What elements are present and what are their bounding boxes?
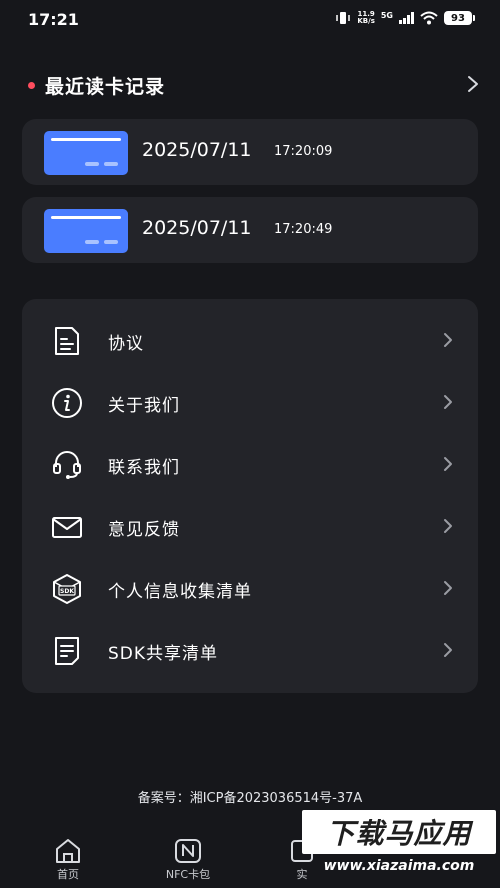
menu-item-contact[interactable]: 联系我们 — [22, 433, 478, 495]
tab-label: NFC卡包 — [165, 868, 211, 881]
recent-records-header[interactable]: 最近读卡记录 — [28, 70, 480, 100]
icp-filing: 备案号：湘ICP备2023036514号-37A — [137, 791, 363, 806]
section-dot — [28, 81, 35, 89]
chevron-right-icon[interactable] — [466, 74, 480, 94]
menu-item-agreement[interactable]: 协议 — [22, 309, 478, 371]
record-card[interactable]: 2025/07/11 17:20:09 — [22, 119, 478, 185]
menu-label: 意见反馈 — [108, 520, 180, 540]
chevron-right-icon — [444, 395, 452, 409]
chevron-right-icon — [444, 519, 452, 533]
chevron-right-icon — [444, 581, 452, 595]
menu-item-sdk-list[interactable]: SDK共享清单 — [22, 619, 478, 681]
headset-icon — [53, 451, 81, 479]
vibrate-icon — [336, 12, 351, 24]
home-icon — [56, 839, 80, 863]
record-date: 2025/07/11 — [142, 217, 252, 239]
watermark-url: www.xiazaima.com — [323, 858, 475, 874]
menu-label: 协议 — [108, 334, 144, 354]
menu-label: SDK共享清单 — [108, 644, 219, 664]
wifi-icon — [420, 11, 438, 25]
record-date: 2025/07/11 — [142, 139, 252, 161]
watermark-logo: 下载马应用 www.xiazaima.com — [302, 810, 496, 884]
record-time: 17:20:49 — [274, 222, 333, 237]
checklist-icon — [55, 637, 79, 665]
info-icon — [52, 388, 82, 418]
chevron-right-icon — [444, 333, 452, 347]
sdk-box-icon: SDK — [53, 574, 81, 604]
signal-icon — [399, 12, 414, 24]
svg-text:SDK: SDK — [60, 588, 74, 595]
nfc-icon — [175, 839, 201, 863]
menu-item-feedback[interactable]: 意见反馈 — [22, 495, 478, 557]
chevron-right-icon — [444, 643, 452, 657]
status-time: 17:21 — [28, 10, 79, 29]
menu-label: 个人信息收集清单 — [108, 582, 252, 602]
section-title: 最近读卡记录 — [45, 75, 166, 98]
battery-icon: 93 — [444, 11, 475, 25]
tab-nfc-wallet[interactable]: NFC卡包 — [148, 838, 228, 882]
record-time: 17:20:09 — [274, 144, 333, 159]
document-icon — [55, 327, 79, 355]
tab-label: 首页 — [57, 868, 79, 881]
tab-home[interactable]: 首页 — [28, 838, 108, 882]
menu-label: 联系我们 — [108, 458, 180, 478]
menu-item-personal-info[interactable]: SDK 个人信息收集清单 — [22, 557, 478, 619]
net-speed: 11.9 KB/s — [357, 10, 375, 25]
menu-item-about[interactable]: 关于我们 — [22, 371, 478, 433]
settings-menu: 协议 关于我们 联系我们 意见反馈 SDK 个人信息收集清单 SDK共享清单 — [22, 299, 478, 693]
status-bar: 17:21 11.9 KB/s 5G 93 — [0, 0, 500, 40]
card-icon — [44, 131, 128, 175]
watermark-title: 下载马应用 — [326, 817, 472, 850]
card-icon — [44, 209, 128, 253]
chevron-right-icon — [444, 457, 452, 471]
status-icons: 11.9 KB/s 5G 93 — [335, 10, 475, 25]
mail-icon — [52, 517, 82, 538]
menu-label: 关于我们 — [108, 396, 180, 416]
network-type: 5G — [380, 11, 393, 20]
record-card[interactable]: 2025/07/11 17:20:49 — [22, 197, 478, 263]
